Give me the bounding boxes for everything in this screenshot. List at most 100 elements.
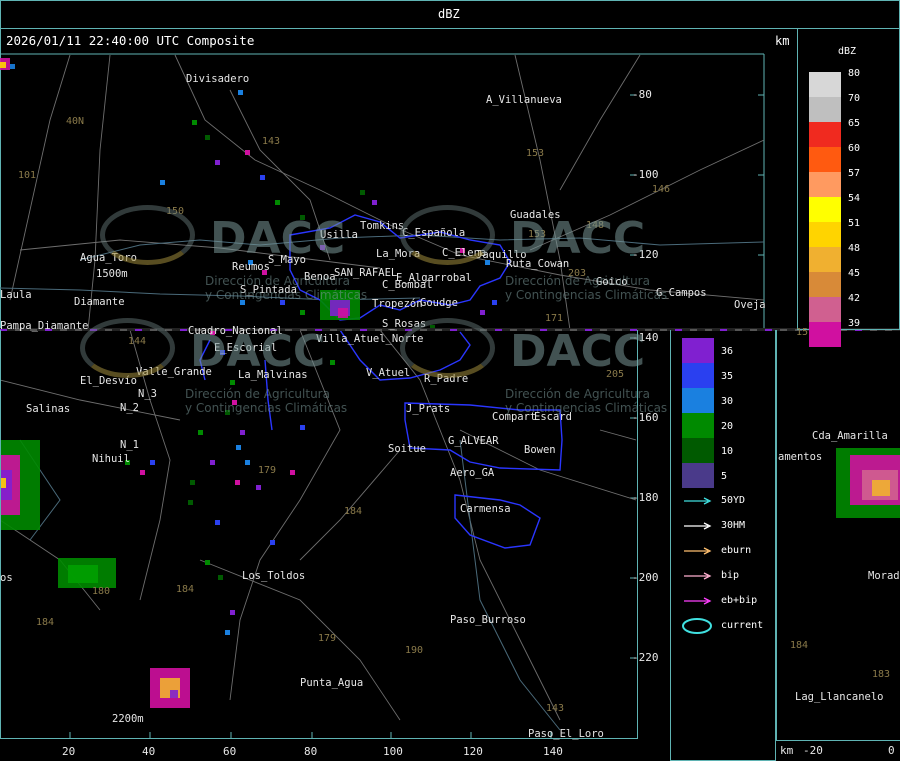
place-label: Tomkins: [360, 220, 405, 232]
second-x-tick-label: -20: [803, 744, 823, 757]
radar-echo: [360, 190, 365, 195]
place-label: A_Villanueva: [486, 94, 562, 106]
track-label: eb+bip: [721, 595, 758, 606]
place-label: 184: [176, 584, 195, 595]
place-label: J_Prats: [406, 403, 451, 415]
place-label: Morado: [868, 570, 900, 582]
legend-value: 70: [848, 93, 861, 104]
place-label: Paso_Burroso: [450, 614, 526, 626]
radar-echo: [0, 62, 6, 68]
radar-echo: [238, 90, 243, 95]
legend-swatch: [682, 438, 714, 463]
place-label: Aero_GA: [450, 467, 495, 479]
dacc-logo-icon: [400, 205, 495, 265]
place-label: 183: [872, 669, 891, 680]
place-label: 101: [18, 170, 37, 181]
legend-value: 20: [721, 421, 734, 432]
place-label: Punta_Agua: [300, 677, 364, 689]
y-tick-label: -220: [632, 651, 659, 664]
watermark-line1: Dirección de Agricultura: [205, 274, 350, 288]
place-label: Paso_El_Loro: [528, 728, 604, 740]
legend-title: dBZ: [838, 46, 857, 57]
x-tick-label: 20: [62, 745, 76, 758]
radar-echo: [160, 180, 165, 185]
place-label: Divisadero: [186, 73, 250, 85]
legend-value: 60: [848, 143, 861, 154]
place-label: N_3: [138, 388, 157, 400]
legend-value: 39: [848, 318, 861, 329]
watermark-brand: DACC: [210, 213, 346, 264]
legend-swatch: [809, 72, 841, 97]
legend-value: 36: [721, 346, 734, 357]
legend-value: 65: [848, 118, 861, 129]
legend-swatch: [682, 338, 714, 363]
legend-swatch: [809, 222, 841, 247]
track-label: bip: [721, 570, 740, 581]
place-label: 179: [258, 465, 277, 476]
watermark-line2: y Contingencias Climáticas: [185, 401, 348, 415]
legend-swatch: [682, 413, 714, 438]
second-x-tick-label: 0: [888, 744, 895, 757]
place-label: 40N: [66, 116, 85, 127]
legend-value: 80: [848, 68, 861, 79]
legend-swatch: [682, 388, 714, 413]
place-label: Goudge: [420, 297, 458, 309]
radar-echo: [275, 200, 280, 205]
dacc-logo-icon: [400, 318, 495, 378]
legend-swatch: [809, 172, 841, 197]
watermark-brand: DACC: [510, 213, 646, 264]
scan-glitch: [660, 329, 667, 331]
legend-swatch: [682, 363, 714, 388]
place-label: 190: [405, 645, 424, 656]
watermark-line1: Dirección de Agricultura: [505, 387, 650, 401]
place-label: N_2: [120, 402, 139, 414]
track-label: eburn: [721, 545, 752, 556]
legend-value: 42: [848, 293, 861, 304]
radar-echo: [10, 64, 15, 69]
radar-echo: [192, 120, 197, 125]
x-tick-label: 100: [383, 745, 403, 758]
watermark-brand: DACC: [190, 326, 326, 377]
y-tick-label: -80: [632, 88, 652, 101]
place-label: 1500m: [96, 268, 128, 280]
legend-swatch: [809, 97, 841, 122]
watermark-line1: Dirección de Agricultura: [185, 387, 330, 401]
place-label: Carmensa: [460, 503, 511, 515]
legend-swatch: [809, 247, 841, 272]
place-label: G_ALVEAR: [448, 435, 499, 447]
radar-echo: [338, 308, 348, 318]
legend-swatch: [809, 272, 841, 297]
y-tick-label: -200: [632, 571, 659, 584]
dacc-logo-icon: [80, 318, 175, 378]
legend-value: 57: [848, 168, 861, 179]
legend-value: 51: [848, 218, 861, 229]
x-tick-label: 120: [463, 745, 483, 758]
radar-echo: [480, 310, 485, 315]
legend-value: 10: [721, 446, 734, 457]
place-label: Lag_Llancanelo: [795, 691, 884, 703]
place-label: 179: [318, 633, 337, 644]
place-label: N_1: [120, 439, 139, 451]
radar-echo: [215, 160, 220, 165]
place-label: Tropezón: [372, 298, 423, 310]
track-label: 50YD: [721, 495, 746, 506]
place-label: 171: [545, 313, 564, 324]
legend-value: 48: [848, 243, 861, 254]
place-label: Pampa_Diamante: [0, 320, 89, 332]
legend-swatch: [809, 122, 841, 147]
legend-swatch: [809, 297, 841, 322]
second-x-tick-label: km: [780, 744, 794, 757]
place-label: 143: [262, 136, 281, 147]
radar-echo: [245, 150, 250, 155]
radar-echo: [492, 300, 497, 305]
legend-value: 45: [848, 268, 861, 279]
place-label: Bowen: [524, 444, 556, 456]
dacc-logo-icon: [100, 205, 195, 265]
track-label: 30HM: [721, 520, 746, 531]
place-label: Salinas: [26, 403, 71, 415]
place-label: 143: [546, 703, 565, 714]
legend-value: 5: [721, 471, 728, 482]
place-label: 184: [36, 617, 55, 628]
road-line: [559, 54, 641, 191]
x-tick-label: 80: [304, 745, 318, 758]
